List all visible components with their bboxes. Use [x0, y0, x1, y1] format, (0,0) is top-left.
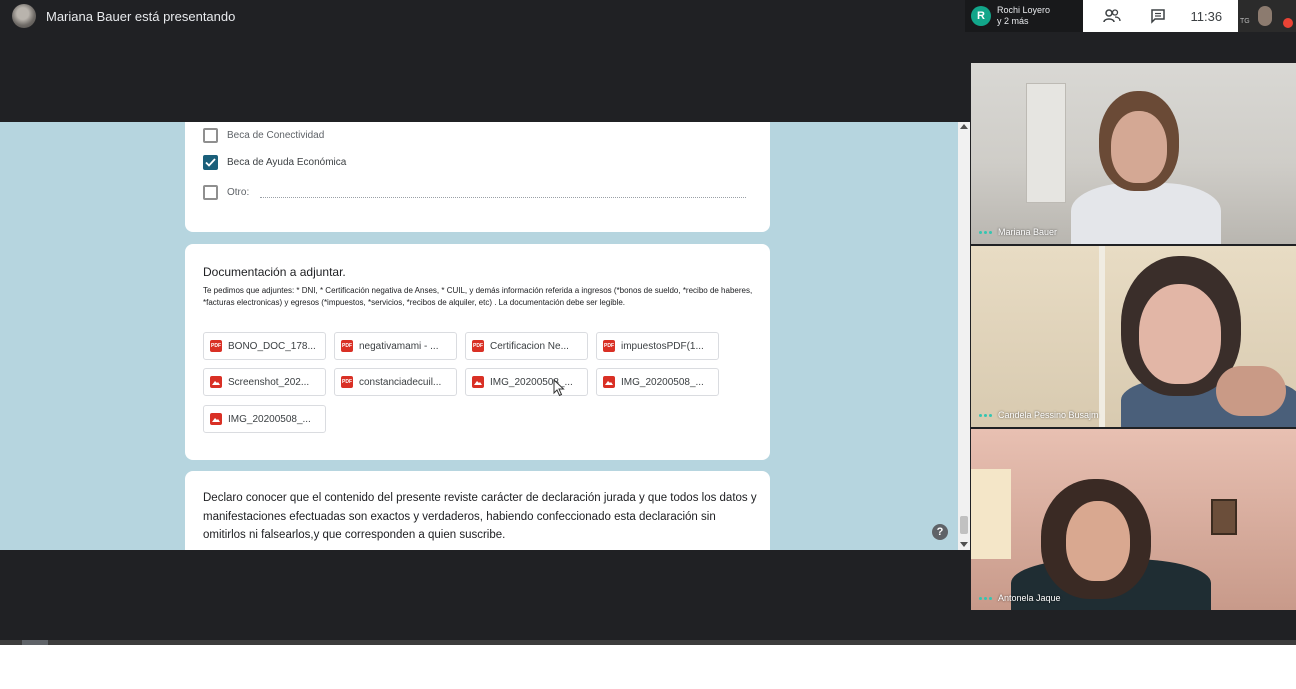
file-chip[interactable]: PDF impuestosPDF(1...: [596, 332, 719, 360]
option-label: Beca de Ayuda Económica: [227, 157, 347, 168]
participant-face: [1111, 111, 1167, 183]
shared-screen: Beca de Conectividad Beca de Ayuda Econó…: [0, 122, 970, 550]
mouse-cursor-icon: [553, 379, 565, 397]
file-chip[interactable]: PDF Certificacion Ne...: [465, 332, 588, 360]
self-video: [1258, 6, 1272, 26]
participants-line1: Rochi Loyero: [997, 5, 1051, 15]
documents-card: Documentación a adjuntar. Te pedimos que…: [185, 244, 770, 460]
chat-button[interactable]: [1145, 3, 1171, 29]
participants-line2: y 2 más: [997, 16, 1029, 26]
participants-summary: Rochi Loyero y 2 más: [997, 5, 1050, 27]
option-label: Otro:: [227, 187, 250, 198]
scholarship-options-card: Beca de Conectividad Beca de Ayuda Econó…: [185, 122, 770, 232]
pdf-icon: PDF: [341, 340, 353, 352]
participant-name: Mariana Bauer: [998, 227, 1058, 237]
participant-name-label: Candela Pessino Busajm: [979, 410, 1099, 420]
bottom-blank-area: [0, 645, 1296, 689]
image-icon: [210, 376, 222, 388]
participant-name-label: Mariana Bauer: [979, 227, 1057, 237]
participant-video: [1071, 183, 1221, 244]
people-button[interactable]: [1099, 3, 1125, 29]
file-chip[interactable]: PDF negativamami - ...: [334, 332, 457, 360]
checkbox-checked[interactable]: [203, 155, 218, 170]
background-pole: [1099, 246, 1105, 427]
participant-name: Antonela Jaque: [998, 593, 1061, 603]
option-label: Beca de Conectividad: [227, 130, 325, 141]
image-icon: [210, 413, 222, 425]
participants-chip[interactable]: R Rochi Loyero y 2 más: [965, 0, 1083, 32]
participant-face: [1139, 284, 1221, 384]
presenter-avatar: [12, 4, 36, 28]
file-name: negativamami - ...: [359, 340, 439, 352]
participant-face: [1066, 501, 1130, 581]
help-button[interactable]: ?: [932, 524, 948, 540]
file-chip[interactable]: PDF constanciadecuil...: [334, 368, 457, 396]
file-chip[interactable]: IMG_20200508_...: [203, 405, 326, 433]
otro-text-input[interactable]: [260, 197, 746, 198]
pdf-icon: PDF: [603, 340, 615, 352]
self-view-thumbnail[interactable]: TG: [1238, 0, 1296, 32]
meet-stage: Mariana Bauer está presentando R Rochi L…: [0, 0, 1296, 645]
file-chip[interactable]: IMG_20200508_...: [465, 368, 588, 396]
file-name: constanciadecuil...: [359, 376, 442, 388]
file-name: impuestosPDF(1...: [621, 340, 704, 352]
audio-activity-icon: [979, 230, 992, 234]
checkbox[interactable]: [203, 128, 218, 143]
file-name: IMG_20200508_...: [621, 376, 704, 388]
file-name: BONO_DOC_178...: [228, 340, 316, 352]
participant-hand: [1216, 366, 1286, 416]
check-icon: [205, 158, 216, 167]
meet-controls: 11:36: [1083, 0, 1238, 32]
scrollbar[interactable]: [958, 122, 970, 550]
file-chip[interactable]: IMG_20200508_...: [596, 368, 719, 396]
participant-name-label: Antonela Jaque: [979, 593, 1061, 603]
background-picture: [1211, 499, 1237, 535]
documents-title: Documentación a adjuntar.: [203, 265, 346, 279]
scroll-thumb[interactable]: [960, 516, 968, 534]
image-icon: [603, 376, 615, 388]
file-name: Certificacion Ne...: [490, 340, 569, 352]
audio-activity-icon: [979, 413, 992, 417]
scroll-down-icon[interactable]: [960, 542, 968, 547]
option-ayuda-economica[interactable]: Beca de Ayuda Económica: [203, 155, 346, 170]
background-door: [1026, 83, 1066, 203]
declaration-text: Declaro conocer que el contenido del pre…: [203, 492, 757, 541]
scroll-up-icon[interactable]: [960, 124, 968, 129]
file-name: Screenshot_202...: [228, 376, 310, 388]
background-window: [971, 469, 1011, 559]
image-icon: [472, 376, 484, 388]
option-conectividad[interactable]: Beca de Conectividad: [203, 128, 324, 143]
audio-activity-icon: [979, 596, 992, 600]
participant-name: Candela Pessino Busajm: [998, 410, 1099, 420]
checkbox[interactable]: [203, 185, 218, 200]
presenter-text: Mariana Bauer está presentando: [46, 8, 236, 24]
chat-icon: [1150, 9, 1165, 24]
participant-tile[interactable]: Candela Pessino Busajm: [971, 246, 1296, 427]
self-initials: TG: [1240, 18, 1250, 25]
pdf-icon: PDF: [472, 340, 484, 352]
pdf-icon: PDF: [210, 340, 222, 352]
pdf-icon: PDF: [341, 376, 353, 388]
declaration-card: Declaro conocer que el contenido del pre…: [185, 471, 770, 550]
participant-initial-avatar: R: [971, 6, 991, 26]
participant-tile[interactable]: Antonela Jaque: [971, 429, 1296, 610]
file-chip[interactable]: Screenshot_202...: [203, 368, 326, 396]
documents-description: Te pedimos que adjuntes: * DNI, * Certif…: [203, 286, 753, 307]
participant-tile[interactable]: Mariana Bauer: [971, 63, 1296, 244]
presenter-indicator: Mariana Bauer está presentando: [12, 4, 235, 28]
file-name: IMG_20200508_...: [228, 413, 311, 425]
mic-off-icon: [1283, 18, 1293, 28]
file-chip[interactable]: PDF BONO_DOC_178...: [203, 332, 326, 360]
people-icon: [1103, 9, 1121, 23]
clock-time: 11:36: [1190, 8, 1223, 24]
option-otro[interactable]: Otro:: [203, 185, 249, 200]
